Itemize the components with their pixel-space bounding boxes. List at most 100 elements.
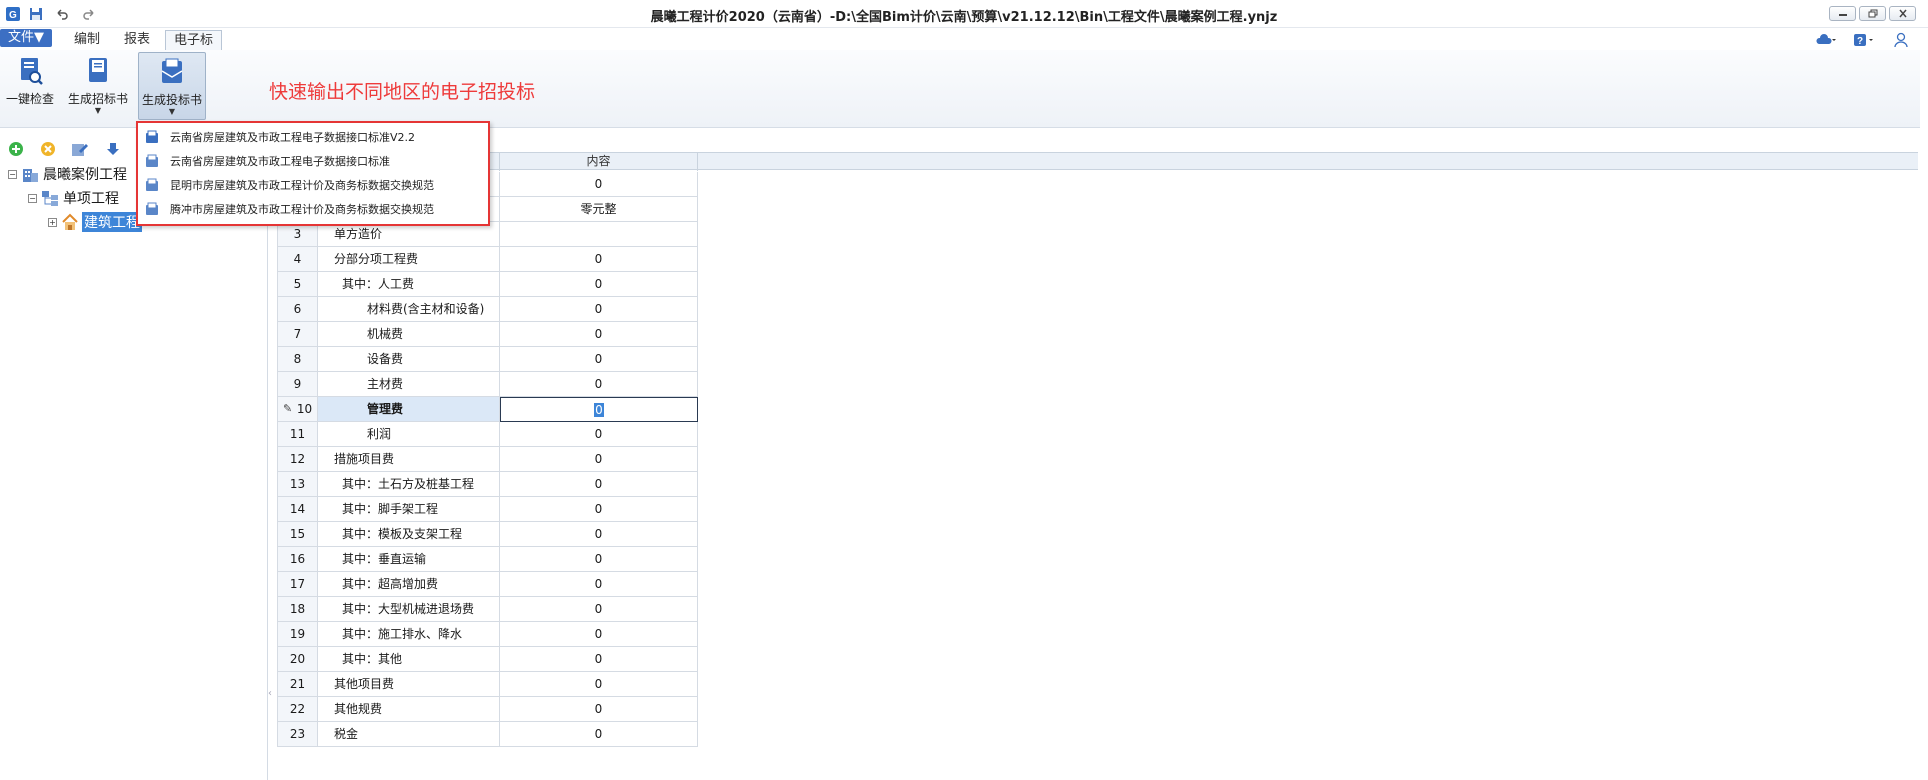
dropdown-item[interactable]: 昆明市房屋建筑及市政工程计价及商务标数据交换规范 <box>144 175 434 195</box>
row-number: 18 <box>277 597 318 622</box>
add-icon[interactable] <box>7 140 25 158</box>
row-number: 14 <box>277 497 318 522</box>
delete-icon[interactable] <box>39 140 57 158</box>
row-number: 11 <box>277 422 318 447</box>
item-name[interactable]: 其中：施工排水、降水 <box>318 622 500 647</box>
restore-button[interactable] <box>1859 6 1886 21</box>
item-value[interactable]: 0 <box>500 447 698 472</box>
item-value[interactable]: 0 <box>500 322 698 347</box>
item-name[interactable]: 措施项目费 <box>318 447 500 472</box>
row-number: 9 <box>277 372 318 397</box>
help-icon[interactable]: ? <box>1853 32 1875 48</box>
tab-file[interactable]: 文件▼ <box>0 29 52 47</box>
item-name[interactable]: 材料费(含主材和设备) <box>318 297 500 322</box>
ribbon: 一键检查 生成招标书 ▼ 生成投标书 ▼ 快速输出不同地区的电子招投标 <box>0 50 1920 128</box>
move-down-icon[interactable] <box>104 140 122 158</box>
edit-pencil-icon: ✎ <box>283 402 293 415</box>
item-name[interactable]: 其中：大型机械进退场费 <box>318 597 500 622</box>
dropdown-item[interactable]: 云南省房屋建筑及市政工程电子数据接口标准V2.2 <box>144 127 415 147</box>
item-value[interactable]: 0 <box>500 272 698 297</box>
structure-icon <box>42 191 58 206</box>
row-number: 22 <box>277 697 318 722</box>
item-value[interactable]: 0 <box>500 497 698 522</box>
minimize-button[interactable] <box>1829 6 1856 21</box>
item-value[interactable]: 0 <box>500 522 698 547</box>
item-name[interactable]: 管理费 <box>318 397 500 422</box>
item-name[interactable]: 利润 <box>318 422 500 447</box>
item-name[interactable]: 其中：模板及支架工程 <box>318 522 500 547</box>
item-value[interactable]: 0 <box>500 472 698 497</box>
item-name[interactable]: 设备费 <box>318 347 500 372</box>
item-value[interactable]: 0 <box>500 572 698 597</box>
item-value[interactable]: 0 <box>500 672 698 697</box>
chevron-down-icon: ▼ <box>94 106 102 115</box>
tree-node-label: 单项工程 <box>63 191 119 207</box>
ribbon-button-label: 一键检查 <box>5 92 54 106</box>
item-name[interactable]: 其中：垂直运输 <box>318 547 500 572</box>
item-value[interactable]: 0 <box>500 647 698 672</box>
tab-report[interactable]: 报表 <box>116 30 158 50</box>
cloud-upload-icon[interactable] <box>1815 32 1837 48</box>
row-number-text: 10 <box>296 402 313 416</box>
item-value[interactable]: 0 <box>500 422 698 447</box>
header-content[interactable]: 内容 <box>500 153 698 171</box>
edit-icon[interactable] <box>71 140 89 158</box>
row-number: 8 <box>277 347 318 372</box>
item-name[interactable]: 机械费 <box>318 322 500 347</box>
item-value-editing[interactable]: 0 <box>500 397 698 422</box>
tender-book-icon <box>89 58 107 82</box>
expand-icon[interactable]: + <box>48 217 57 227</box>
item-value[interactable]: 0 <box>500 622 698 647</box>
item-name[interactable]: 其中：人工费 <box>318 272 500 297</box>
row-number: 4 <box>277 247 318 272</box>
item-name[interactable]: 其中：土石方及桩基工程 <box>318 472 500 497</box>
tree-node-root[interactable]: − 晨曦案例工程 <box>8 164 127 184</box>
item-value[interactable]: 0 <box>500 597 698 622</box>
item-name[interactable]: 其他项目费 <box>318 672 500 697</box>
item-name[interactable]: 分部分项工程费 <box>318 247 500 272</box>
item-name[interactable]: 其中：其他 <box>318 647 500 672</box>
collapse-icon[interactable]: − <box>28 193 37 203</box>
dropdown-item-label: 腾冲市房屋建筑及市政工程计价及商务标数据交换规范 <box>170 203 434 216</box>
item-value[interactable]: 0 <box>500 297 698 322</box>
row-number: 13 <box>277 472 318 497</box>
item-value[interactable]: 0 <box>500 722 698 747</box>
tree-node-building[interactable]: + 建筑工程 <box>48 212 142 232</box>
item-value[interactable]: 零元整 <box>500 197 698 222</box>
splitter-handle[interactable]: ‹ <box>268 688 272 699</box>
item-name[interactable]: 税金 <box>318 722 500 747</box>
item-value[interactable]: 0 <box>500 372 698 397</box>
user-icon[interactable] <box>1893 32 1909 48</box>
check-doc-icon <box>21 58 43 85</box>
item-value[interactable]: 0 <box>500 697 698 722</box>
row-number: 23 <box>277 722 318 747</box>
item-value[interactable]: 0 <box>500 172 698 197</box>
close-button[interactable] <box>1889 6 1916 21</box>
house-icon <box>62 213 78 230</box>
item-value[interactable]: 0 <box>500 247 698 272</box>
bid-standard-dropdown: 云南省房屋建筑及市政工程电子数据接口标准V2.2 云南省房屋建筑及市政工程电子数… <box>136 121 490 226</box>
ribbon-hint-text: 快速输出不同地区的电子招投标 <box>269 81 536 103</box>
tab-edit[interactable]: 编制 <box>66 30 108 50</box>
item-name[interactable]: 主材费 <box>318 372 500 397</box>
item-value[interactable]: 0 <box>500 547 698 572</box>
tab-e-bid[interactable]: 电子标 <box>165 30 223 50</box>
selected-value-text[interactable]: 0 <box>594 403 604 417</box>
export-doc-icon <box>144 201 160 217</box>
generate-tender-button[interactable]: 生成招标书 ▼ <box>66 52 130 120</box>
item-value[interactable] <box>500 222 698 247</box>
building-icon <box>23 169 38 182</box>
dropdown-item[interactable]: 云南省房屋建筑及市政工程电子数据接口标准 <box>144 151 390 171</box>
dropdown-item[interactable]: 腾冲市房屋建筑及市政工程计价及商务标数据交换规范 <box>144 199 434 219</box>
bid-book-icon <box>161 58 183 83</box>
item-name[interactable]: 其他规费 <box>318 697 500 722</box>
item-value[interactable]: 0 <box>500 347 698 372</box>
one-click-check-button[interactable]: 一键检查 <box>4 52 56 120</box>
item-name[interactable]: 其中：超高增加费 <box>318 572 500 597</box>
generate-bid-button[interactable]: 生成投标书 ▼ <box>138 52 206 120</box>
tree-node-single-project[interactable]: − 单项工程 <box>28 188 119 208</box>
collapse-icon[interactable]: − <box>8 169 17 179</box>
row-number: 20 <box>277 647 318 672</box>
item-name[interactable]: 其中：脚手架工程 <box>318 497 500 522</box>
row-number: 16 <box>277 547 318 572</box>
